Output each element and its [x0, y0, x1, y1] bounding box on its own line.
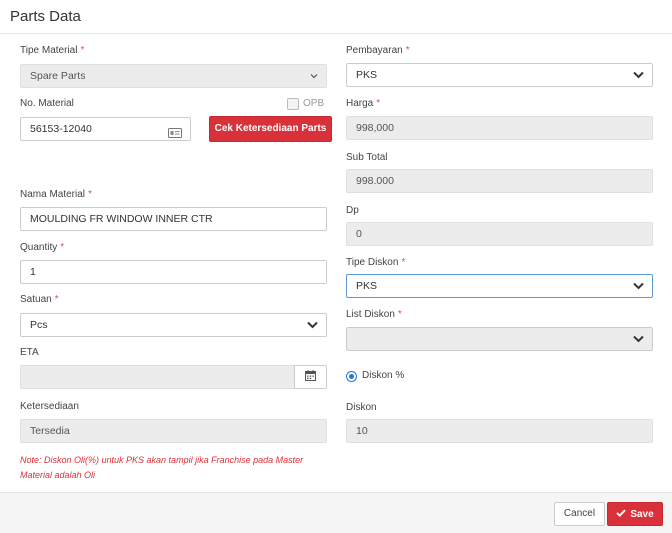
pembayaran-select[interactable]: PKS: [346, 63, 653, 87]
tipe-diskon-select[interactable]: PKS: [346, 274, 653, 298]
modal-title: Parts Data: [10, 8, 81, 25]
required-mark: *: [60, 242, 65, 253]
diskon-input: 10: [346, 419, 653, 443]
id-card-icon[interactable]: [168, 124, 182, 140]
cancel-button[interactable]: Cancel: [554, 502, 605, 526]
tipe-material-label-text: Tipe Material: [20, 45, 78, 56]
diskon-label: Diskon: [346, 402, 377, 413]
quantity-label: Quantity *: [20, 242, 64, 253]
eta-input[interactable]: [20, 365, 295, 389]
ketersediaan-label: Ketersediaan: [20, 401, 79, 412]
tipe-diskon-label: Tipe Diskon *: [346, 257, 405, 268]
diskon-percent-label: Diskon %: [362, 370, 405, 381]
no-material-label: No. Material: [20, 98, 74, 109]
pembayaran-label-text: Pembayaran: [346, 45, 403, 56]
required-mark: *: [54, 294, 59, 305]
sub-total-label: Sub Total: [346, 152, 388, 163]
tipe-diskon-value: PKS: [356, 280, 378, 292]
no-material-value: 56153-12040: [30, 123, 92, 135]
required-mark: *: [397, 309, 402, 320]
opb-checkbox[interactable]: [287, 98, 299, 110]
check-icon: [616, 509, 627, 520]
dp-label: Dp: [346, 205, 359, 216]
required-mark: *: [88, 189, 92, 200]
satuan-label-text: Satuan: [20, 294, 52, 305]
satuan-label: Satuan *: [20, 294, 59, 305]
eta-calendar-button[interactable]: [294, 365, 327, 389]
discount-note: Note: Diskon Oli(%) untuk PKS akan tampi…: [20, 455, 304, 480]
chevron-down-icon: [633, 64, 644, 86]
nama-material-input[interactable]: MOULDING FR WINDOW INNER CTR: [20, 207, 327, 231]
cek-ketersediaan-button[interactable]: Cek Ketersediaan Parts: [209, 116, 332, 142]
tipe-material-value: Spare Parts: [30, 70, 86, 82]
satuan-select[interactable]: Pcs: [20, 313, 327, 337]
chevron-down-icon: [310, 65, 318, 87]
ketersediaan-input: Tersedia: [20, 419, 327, 443]
nama-material-label-text: Nama Material: [20, 189, 86, 200]
pembayaran-value: PKS: [356, 69, 378, 81]
save-label: Save: [630, 508, 654, 520]
pembayaran-label: Pembayaran *: [346, 45, 410, 56]
tipe-material-label: Tipe Material *: [20, 45, 84, 56]
list-diskon-label: List Diskon *: [346, 309, 402, 320]
required-mark: *: [80, 45, 85, 56]
dp-input: 0: [346, 222, 653, 246]
diskon-percent-radio[interactable]: [346, 371, 357, 382]
required-mark: *: [401, 257, 406, 268]
quantity-label-text: Quantity: [20, 242, 58, 253]
list-diskon-label-text: List Diskon: [346, 309, 395, 320]
harga-input: 998,000: [346, 116, 653, 140]
satuan-value: Pcs: [30, 319, 48, 331]
list-diskon-select[interactable]: [346, 327, 653, 351]
chevron-down-icon: [633, 275, 644, 297]
eta-label: ETA: [20, 347, 39, 358]
chevron-down-icon: [307, 314, 318, 336]
save-button[interactable]: Save: [607, 502, 663, 526]
chevron-down-icon: [633, 328, 644, 350]
calendar-icon: [305, 370, 316, 384]
opb-label: OPB: [303, 98, 325, 109]
no-material-input[interactable]: 56153-12040: [20, 117, 191, 141]
required-mark: *: [376, 98, 381, 109]
tipe-diskon-label-text: Tipe Diskon: [346, 257, 399, 268]
nama-material-label: Nama Material *: [20, 189, 92, 200]
modal-header: Parts Data: [0, 0, 672, 34]
tipe-material-select[interactable]: Spare Parts: [20, 64, 327, 88]
harga-label: Harga *: [346, 98, 380, 109]
sub-total-input: 998.000: [346, 169, 653, 193]
harga-label-text: Harga: [346, 98, 374, 109]
required-mark: *: [405, 45, 410, 56]
quantity-input[interactable]: 1: [20, 260, 327, 284]
